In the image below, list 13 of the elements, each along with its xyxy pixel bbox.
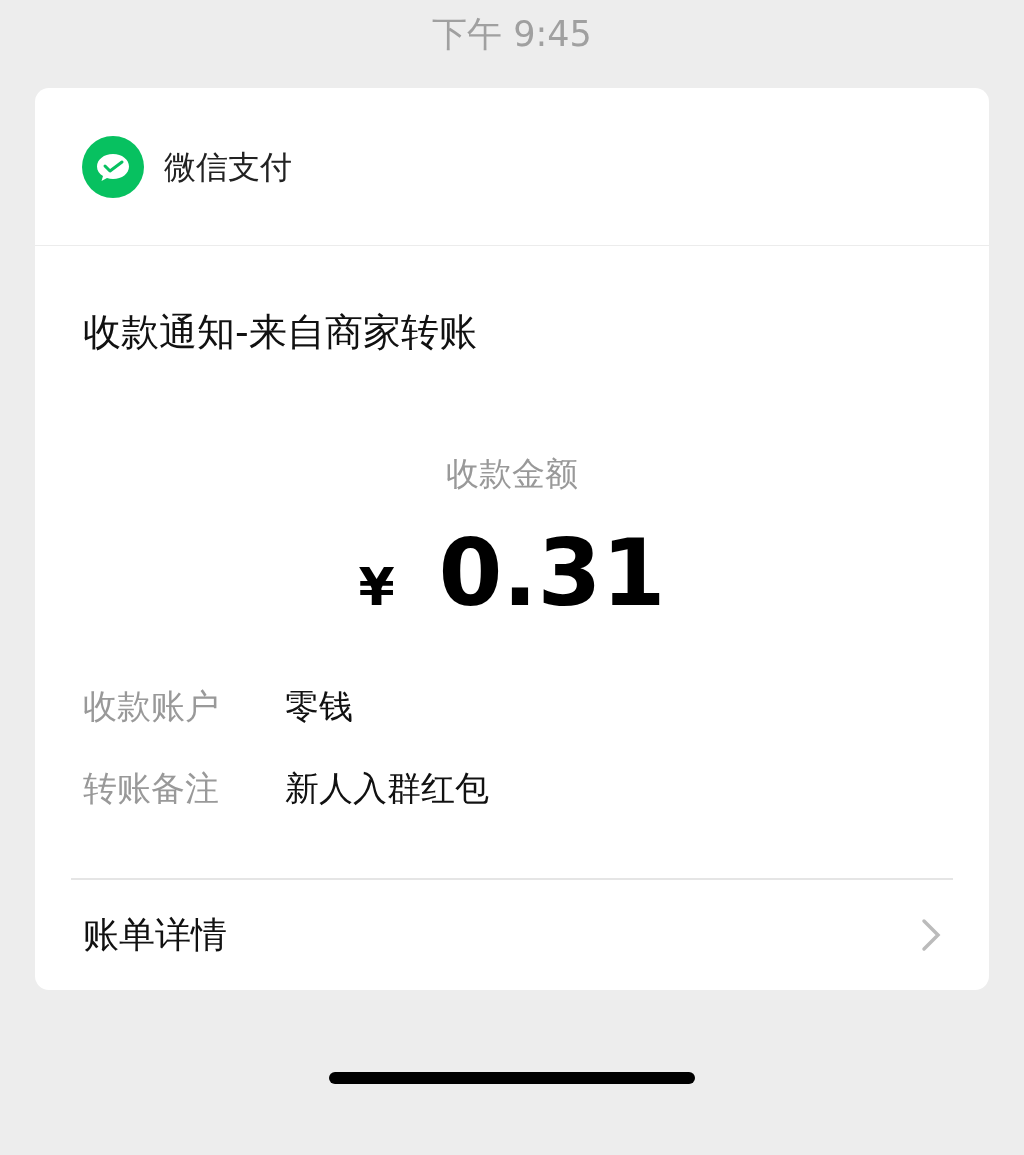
chevron-right-icon — [921, 918, 941, 952]
detail-label: 转账备注 — [83, 766, 220, 810]
bill-details-link[interactable]: 账单详情 — [35, 880, 989, 990]
detail-label: 收款账户 — [83, 684, 220, 728]
currency-symbol: ¥ — [358, 556, 395, 619]
chat-check-logo-icon — [82, 135, 144, 198]
app-name: 微信支付 — [164, 146, 292, 188]
detail-value: 零钱 — [285, 684, 353, 728]
amount-value: 0.31 — [438, 524, 666, 624]
amount-label: 收款金额 — [446, 453, 578, 495]
notification-title: 收款通知-来自商家转账 — [82, 309, 478, 356]
detail-value: 新人入群红包 — [285, 766, 489, 810]
status-time: 下午 9:45 — [432, 13, 592, 56]
